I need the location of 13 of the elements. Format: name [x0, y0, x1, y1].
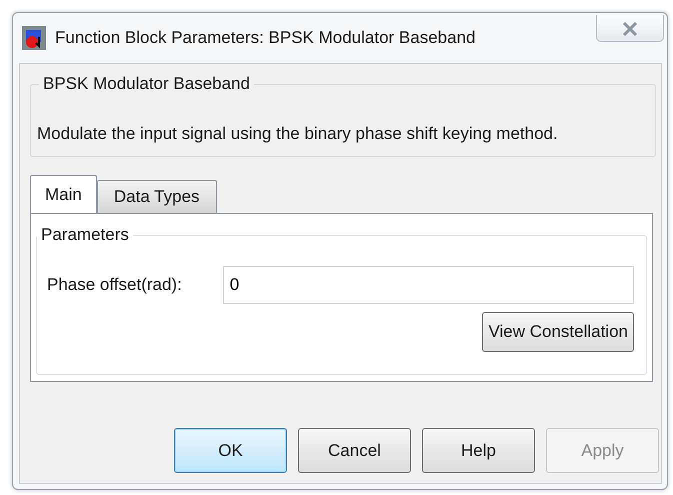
- dialog-button[interactable]: Cancel: [298, 428, 411, 473]
- app-icon: [21, 25, 47, 51]
- close-button[interactable]: [596, 15, 664, 42]
- window-title: Function Block Parameters: BPSK Modulator Baseband: [55, 27, 476, 50]
- dialog-button[interactable]: OK: [174, 428, 287, 473]
- description-text: Modulate the input signal using the binary phase shift keying method.: [37, 123, 559, 145]
- field-label: Phase offset(rad):: [47, 274, 183, 296]
- input-field[interactable]: 0: [222, 266, 634, 304]
- view-constellation-button[interactable]: View Constellation: [482, 312, 634, 352]
- close-icon: [622, 22, 638, 36]
- tab[interactable]: Main: [30, 175, 97, 213]
- tab[interactable]: Data Types: [96, 180, 217, 213]
- dialog-button[interactable]: Help: [422, 428, 535, 473]
